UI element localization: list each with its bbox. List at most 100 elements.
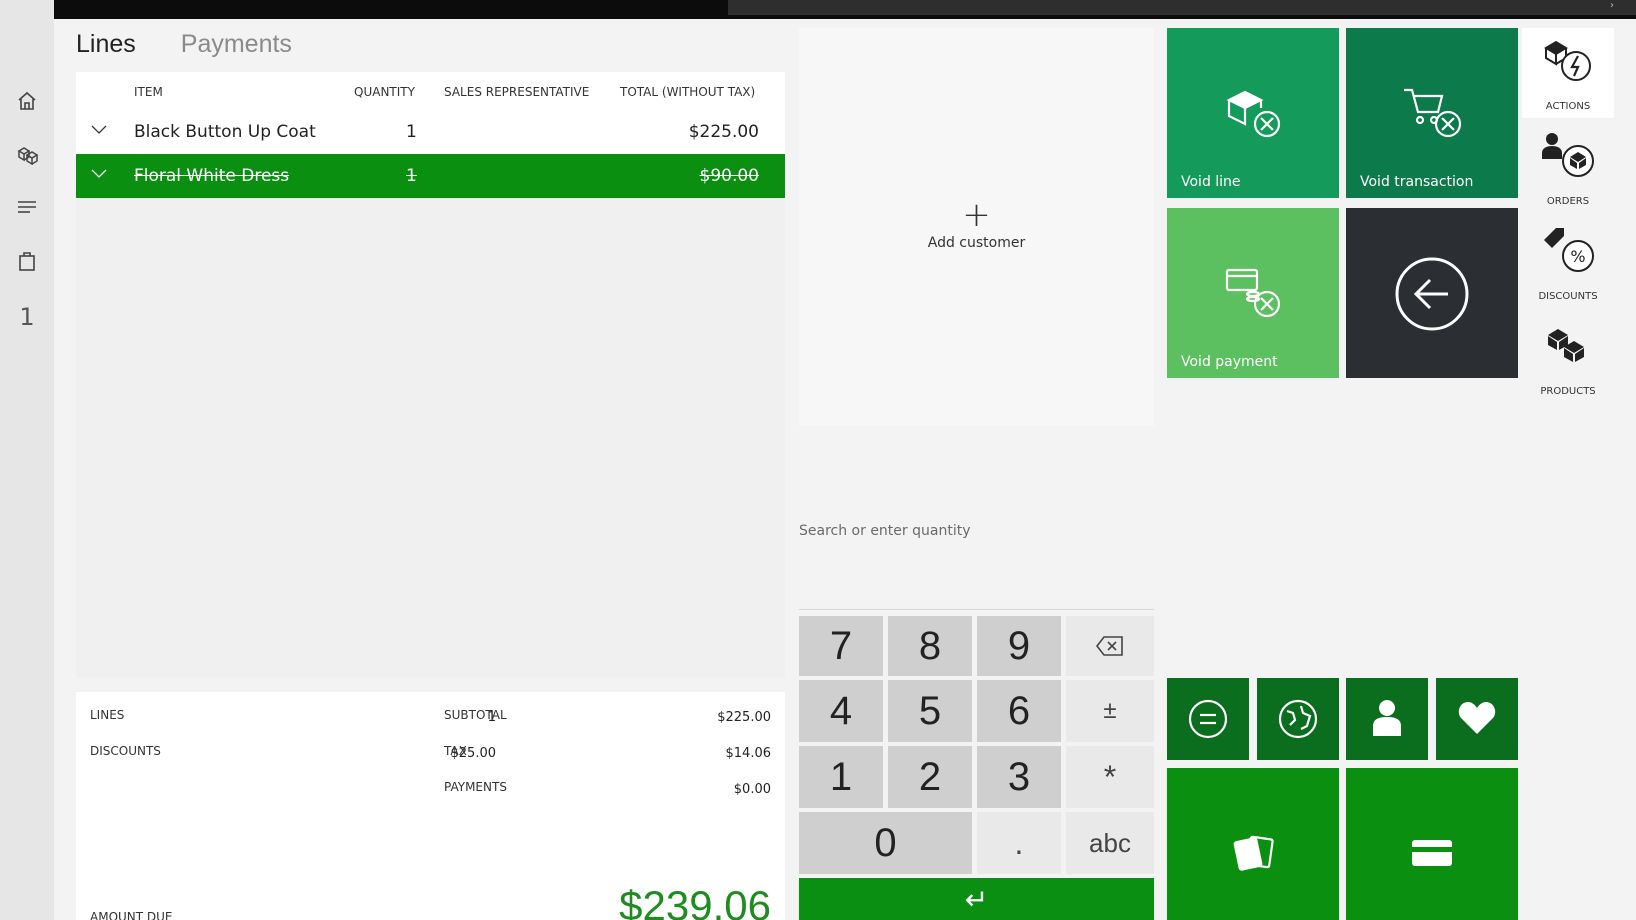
line-item-quantity: 1 [406, 122, 417, 142]
line-item-name: Black Button Up Coat [134, 122, 316, 142]
chevron-right-icon[interactable]: › [1610, 0, 1614, 12]
tax-label: TAX [444, 744, 467, 758]
col-total: TOTAL (WITHOUT TAX) [620, 85, 756, 99]
cash-icon [1233, 835, 1274, 871]
void-payment-button[interactable]: Void payment [1167, 208, 1339, 378]
numpad-7[interactable]: 7 [799, 616, 883, 676]
boxes-icon[interactable] [14, 141, 40, 167]
nav-actions-label: ACTIONS [1545, 101, 1591, 112]
table-row[interactable]: Black Button Up Coat 1 $225.00 [76, 110, 785, 154]
products-icon [1548, 329, 1584, 362]
grid-header: ITEM QUANTITY SALES REPRESENTATIVE TOTAL… [76, 72, 785, 110]
line-item-total: $225.00 [688, 122, 759, 142]
svg-text:%: % [1570, 247, 1585, 266]
customer-panel: + Add customer [799, 28, 1154, 426]
nav-orders[interactable]: ORDERS [1522, 123, 1614, 213]
arrow-left-circle-icon [1395, 257, 1469, 331]
tax-value: $14.06 [725, 746, 772, 761]
numpad-2[interactable]: 2 [888, 746, 972, 808]
home-icon[interactable] [14, 88, 40, 114]
heart-icon [1458, 702, 1496, 734]
col-sales-rep: SALES REPRESENTATIVE [444, 85, 590, 99]
nav-discounts-label: DISCOUNTS [1538, 291, 1598, 302]
numpad-5[interactable]: 5 [888, 680, 972, 742]
void-payment-icon [1225, 268, 1281, 318]
numpad: 7 8 9 4 5 6 ± 1 2 3 * 0 . abc ↵ [799, 616, 1154, 920]
globe-icon [1278, 699, 1318, 739]
discounts-value: $25.00 [450, 746, 497, 761]
bag-icon[interactable] [14, 248, 40, 274]
void-line-icon [1226, 90, 1281, 138]
col-item: ITEM [134, 85, 163, 99]
transaction-tabs: Lines Payments [76, 30, 292, 66]
lines-grid: ITEM QUANTITY SALES REPRESENTATIVE TOTAL… [76, 72, 785, 678]
global-button[interactable] [1257, 678, 1339, 760]
right-navigation: ACTIONS ORDERS % DISCOUNTS PRODUCTS [1522, 28, 1614, 408]
col-quantity: QUANTITY [354, 85, 415, 99]
add-customer-label: Add customer [927, 235, 1026, 251]
line-item-total: $90.00 [699, 166, 759, 186]
numpad-3[interactable]: 3 [977, 746, 1061, 808]
plus-minus-key[interactable]: ± [1066, 680, 1154, 742]
subtotal-value: $225.00 [717, 710, 771, 725]
top-search-strip[interactable]: › [728, 0, 1636, 15]
list-circle-icon [1188, 699, 1228, 739]
void-line-button[interactable]: Void line [1167, 28, 1339, 198]
numpad-8[interactable]: 8 [888, 616, 972, 676]
void-transaction-icon [1404, 88, 1462, 138]
numpad-6[interactable]: 6 [977, 680, 1061, 742]
void-transaction-button[interactable]: Void transaction [1346, 28, 1518, 198]
nav-actions[interactable]: ACTIONS [1522, 28, 1614, 118]
nav-orders-label: ORDERS [1546, 196, 1590, 207]
numpad-4[interactable]: 4 [799, 680, 883, 742]
abc-key[interactable]: abc [1066, 812, 1154, 874]
top-bar: › [54, 0, 1636, 19]
nav-products[interactable]: PRODUCTS [1522, 313, 1614, 403]
totals-panel: LINES 1 DISCOUNTS $25.00 SUBTOTAL $225.0… [76, 692, 785, 920]
transaction-options-button[interactable] [1167, 678, 1249, 760]
tab-lines[interactable]: Lines [76, 30, 136, 66]
discounts-icon: % [1544, 228, 1594, 272]
chevron-down-icon[interactable] [90, 164, 108, 182]
numpad-1[interactable]: 1 [799, 746, 883, 808]
customer-button[interactable] [1346, 678, 1428, 760]
credit-card-icon [1412, 840, 1452, 866]
nav-discounts[interactable]: % DISCOUNTS [1522, 218, 1614, 308]
actions-icon [1544, 40, 1591, 81]
subtotal-label: SUBTOTAL [444, 708, 507, 722]
pay-cash-button[interactable] [1167, 768, 1339, 920]
enter-button[interactable]: ↵ [799, 878, 1154, 920]
backspace-key[interactable] [1066, 616, 1154, 676]
amount-due-label: AMOUNT DUE [90, 910, 173, 920]
chevron-down-icon[interactable] [90, 120, 108, 138]
line-item-quantity: 1 [406, 166, 417, 186]
void-transaction-label: Void transaction [1360, 174, 1474, 190]
search-area [799, 520, 1154, 610]
payments-value: $0.00 [733, 782, 771, 797]
orders-icon [1542, 133, 1594, 177]
pay-card-button[interactable] [1346, 768, 1518, 920]
loyalty-button[interactable] [1436, 678, 1518, 760]
amount-due-value: $239.06 [619, 882, 771, 920]
tab-payments[interactable]: Payments [181, 30, 292, 66]
payments-label: PAYMENTS [444, 780, 507, 794]
numpad-9[interactable]: 9 [977, 616, 1061, 676]
nav-products-label: PRODUCTS [1540, 386, 1596, 397]
decimal-key[interactable]: . [977, 812, 1061, 874]
line-item-name: Floral White Dress [134, 166, 290, 186]
multiply-key[interactable]: * [1066, 746, 1154, 808]
hamburger-icon[interactable] [14, 194, 40, 220]
backspace-icon [1095, 636, 1123, 656]
search-input[interactable] [799, 523, 1154, 539]
cart-count: 1 [19, 303, 35, 331]
plus-icon: + [962, 195, 991, 235]
table-row-selected[interactable]: Floral White Dress 1 $90.00 [76, 154, 785, 198]
discounts-label: DISCOUNTS [90, 744, 161, 758]
back-button[interactable] [1346, 208, 1518, 378]
add-customer-button[interactable]: + Add customer [799, 198, 1154, 251]
void-line-label: Void line [1181, 174, 1241, 190]
left-navigation: 1 [0, 0, 54, 920]
lines-label: LINES [90, 708, 125, 722]
person-icon [1373, 700, 1401, 736]
numpad-0[interactable]: 0 [799, 812, 972, 874]
